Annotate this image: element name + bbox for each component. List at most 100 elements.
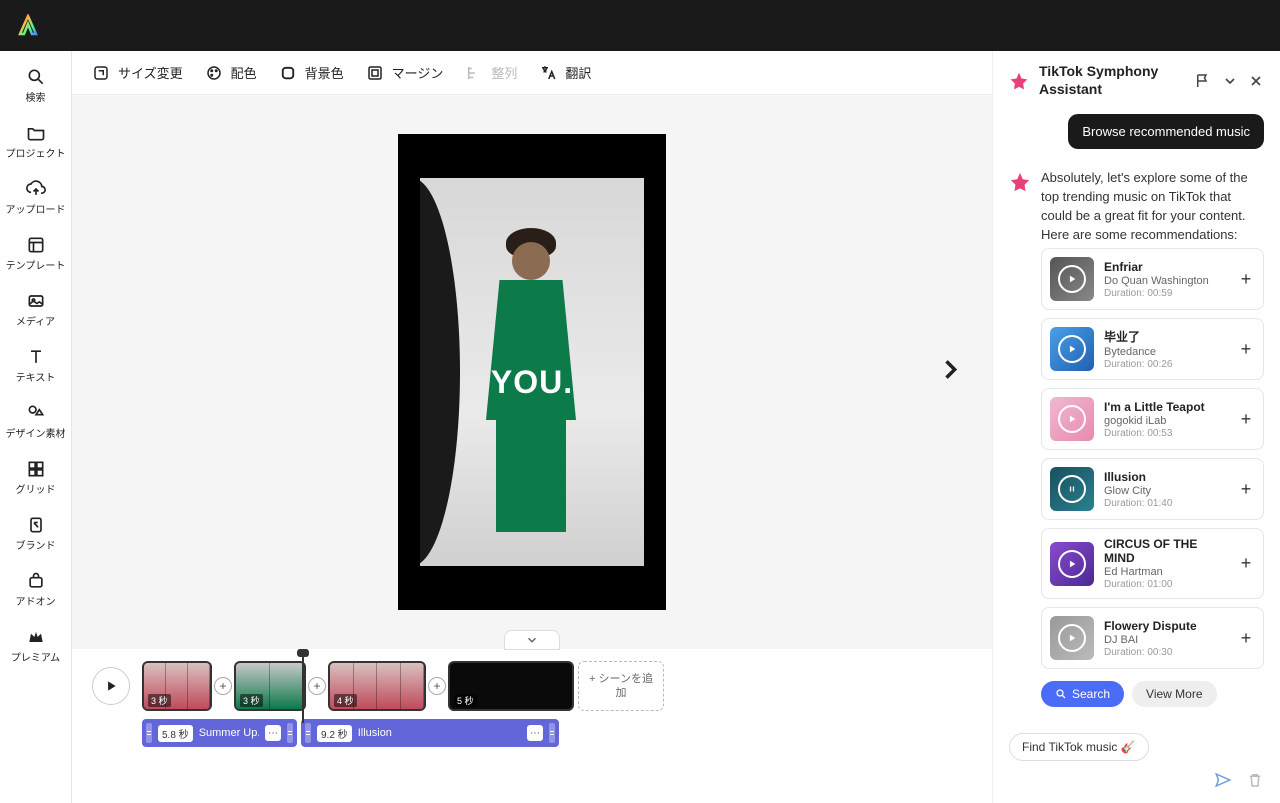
trim-handle[interactable] [146, 723, 152, 743]
toolbar-resize[interactable]: サイズ変更 [92, 63, 183, 82]
add-music-button[interactable]: + [1237, 629, 1255, 647]
toolbar-colors[interactable]: 配色 [205, 63, 257, 82]
play-icon[interactable] [1058, 624, 1086, 652]
next-scene-button[interactable] [936, 356, 964, 389]
left-sidebar: 検索 プロジェクト アップロード テンプレート メディア テキスト デザイン素材… [0, 51, 72, 803]
add-music-button[interactable]: + [1237, 480, 1255, 498]
music-duration: Duration: 00:30 [1104, 647, 1227, 658]
canvas-area[interactable]: YOU. [72, 95, 992, 649]
music-thumb[interactable] [1050, 397, 1094, 441]
translate-icon [539, 64, 557, 82]
music-thumb[interactable] [1050, 542, 1094, 586]
flag-icon[interactable] [1194, 72, 1212, 90]
music-item[interactable]: I'm a Little Teapotgogokid iLabDuration:… [1041, 388, 1264, 450]
music-title: 毕业了 [1104, 328, 1227, 345]
assistant-message: Absolutely, let's explore some of the to… [1041, 169, 1264, 244]
music-title: I'm a Little Teapot [1104, 400, 1227, 414]
tiktok-symphony-icon [1009, 71, 1029, 91]
trim-handle[interactable] [549, 723, 555, 743]
music-thumb[interactable] [1050, 327, 1094, 371]
audio-more-button[interactable]: ⋯ [265, 725, 281, 741]
music-artist: Glow City [1104, 485, 1227, 497]
upload-icon [26, 179, 46, 199]
pause-icon[interactable] [1058, 475, 1086, 503]
clip-4[interactable]: 5 秒 [448, 661, 574, 711]
music-duration: Duration: 00:53 [1104, 428, 1227, 439]
panel-header: TikTok Symphony Assistant [993, 51, 1280, 106]
search-icon [26, 67, 46, 87]
close-icon[interactable] [1248, 73, 1264, 89]
playhead[interactable] [302, 653, 304, 723]
play-button[interactable] [92, 667, 130, 705]
toolbar-bg[interactable]: 背景色 [279, 63, 344, 82]
sidebar-item-grid[interactable]: グリッド [4, 451, 68, 505]
chevron-down-icon[interactable] [1222, 73, 1238, 89]
video-track[interactable]: 3 秒 + 3 秒 + 4 秒 + 5 秒 + シーンを追加 [142, 661, 972, 711]
add-between-button[interactable]: + [308, 677, 326, 695]
sidebar-item-brand[interactable]: ブランド [4, 507, 68, 561]
music-item[interactable]: IllusionGlow CityDuration: 01:40+ [1041, 458, 1264, 520]
music-title: Flowery Dispute [1104, 619, 1227, 633]
clip-2[interactable]: 3 秒 [234, 661, 306, 711]
view-more-button[interactable]: View More [1132, 681, 1216, 707]
add-scene-button[interactable]: + シーンを追加 [578, 661, 664, 711]
music-thumb[interactable] [1050, 257, 1094, 301]
brand-icon [26, 515, 46, 535]
crown-icon [26, 627, 46, 647]
sidebar-item-search[interactable]: 検索 [4, 59, 68, 113]
clip-1[interactable]: 3 秒 [142, 661, 212, 711]
trim-handle[interactable] [305, 723, 311, 743]
add-music-button[interactable]: + [1237, 410, 1255, 428]
play-icon[interactable] [1058, 550, 1086, 578]
add-music-button[interactable]: + [1237, 340, 1255, 358]
music-thumb[interactable] [1050, 467, 1094, 511]
add-music-button[interactable]: + [1237, 270, 1255, 288]
send-icon[interactable] [1214, 771, 1232, 789]
sidebar-item-elements[interactable]: デザイン素材 [4, 395, 68, 449]
sidebar-item-media[interactable]: メディア [4, 283, 68, 337]
suggestion-chip[interactable]: Find TikTok music 🎸 [1009, 733, 1149, 761]
toolbar-margin[interactable]: マージン [366, 63, 444, 82]
panel-title: TikTok Symphony Assistant [1039, 63, 1184, 98]
video-preview[interactable]: YOU. [398, 134, 666, 610]
music-thumb[interactable] [1050, 616, 1094, 660]
trim-handle[interactable] [287, 723, 293, 743]
media-icon [26, 291, 46, 311]
context-toolbar: サイズ変更 配色 背景色 マージン 整列 翻訳 [72, 51, 992, 95]
music-item[interactable]: EnfriarDo Quan WashingtonDuration: 00:59… [1041, 248, 1264, 310]
assistant-panel: TikTok Symphony Assistant Browse recomme… [992, 51, 1280, 803]
sidebar-item-project[interactable]: プロジェクト [4, 115, 68, 169]
add-between-button[interactable]: + [214, 677, 232, 695]
audio-track[interactable]: 5.8 秒 Summer Up... ⋯ 9.2 秒 Illusion ⋯ [142, 719, 972, 747]
collapse-timeline-button[interactable] [504, 630, 560, 650]
music-item[interactable]: 毕业了BytedanceDuration: 00:26+ [1041, 318, 1264, 380]
tiktok-symphony-icon [1009, 171, 1031, 193]
sidebar-item-premium[interactable]: プレミアム [4, 619, 68, 673]
sidebar-item-upload[interactable]: アップロード [4, 171, 68, 225]
play-icon[interactable] [1058, 265, 1086, 293]
top-bar [0, 0, 1280, 51]
add-music-button[interactable]: + [1237, 555, 1255, 573]
trash-icon[interactable] [1246, 771, 1264, 789]
bgcolor-icon [279, 64, 297, 82]
audio-clip-2[interactable]: 9.2 秒 Illusion ⋯ [301, 719, 559, 747]
align-icon [465, 64, 483, 82]
add-between-button[interactable]: + [428, 677, 446, 695]
palette-icon [205, 64, 223, 82]
sidebar-item-template[interactable]: テンプレート [4, 227, 68, 281]
music-item[interactable]: CIRCUS OF THE MINDEd HartmanDuration: 01… [1041, 528, 1264, 599]
audio-clip-1[interactable]: 5.8 秒 Summer Up... ⋯ [142, 719, 297, 747]
search-button[interactable]: Search [1041, 681, 1124, 707]
play-icon[interactable] [1058, 335, 1086, 363]
timeline: 3 秒 + 3 秒 + 4 秒 + 5 秒 + シーンを追加 5.8 秒 [72, 649, 992, 803]
play-icon[interactable] [1058, 405, 1086, 433]
music-duration: Duration: 01:00 [1104, 579, 1227, 590]
clip-3[interactable]: 4 秒 [328, 661, 426, 711]
audio-more-button[interactable]: ⋯ [527, 725, 543, 741]
template-icon [26, 235, 46, 255]
sidebar-item-text[interactable]: テキスト [4, 339, 68, 393]
sidebar-item-addon[interactable]: アドオン [4, 563, 68, 617]
music-item[interactable]: Flowery DisputeDJ BAIDuration: 00:30+ [1041, 607, 1264, 669]
app-logo [16, 14, 40, 38]
toolbar-translate[interactable]: 翻訳 [539, 63, 591, 82]
